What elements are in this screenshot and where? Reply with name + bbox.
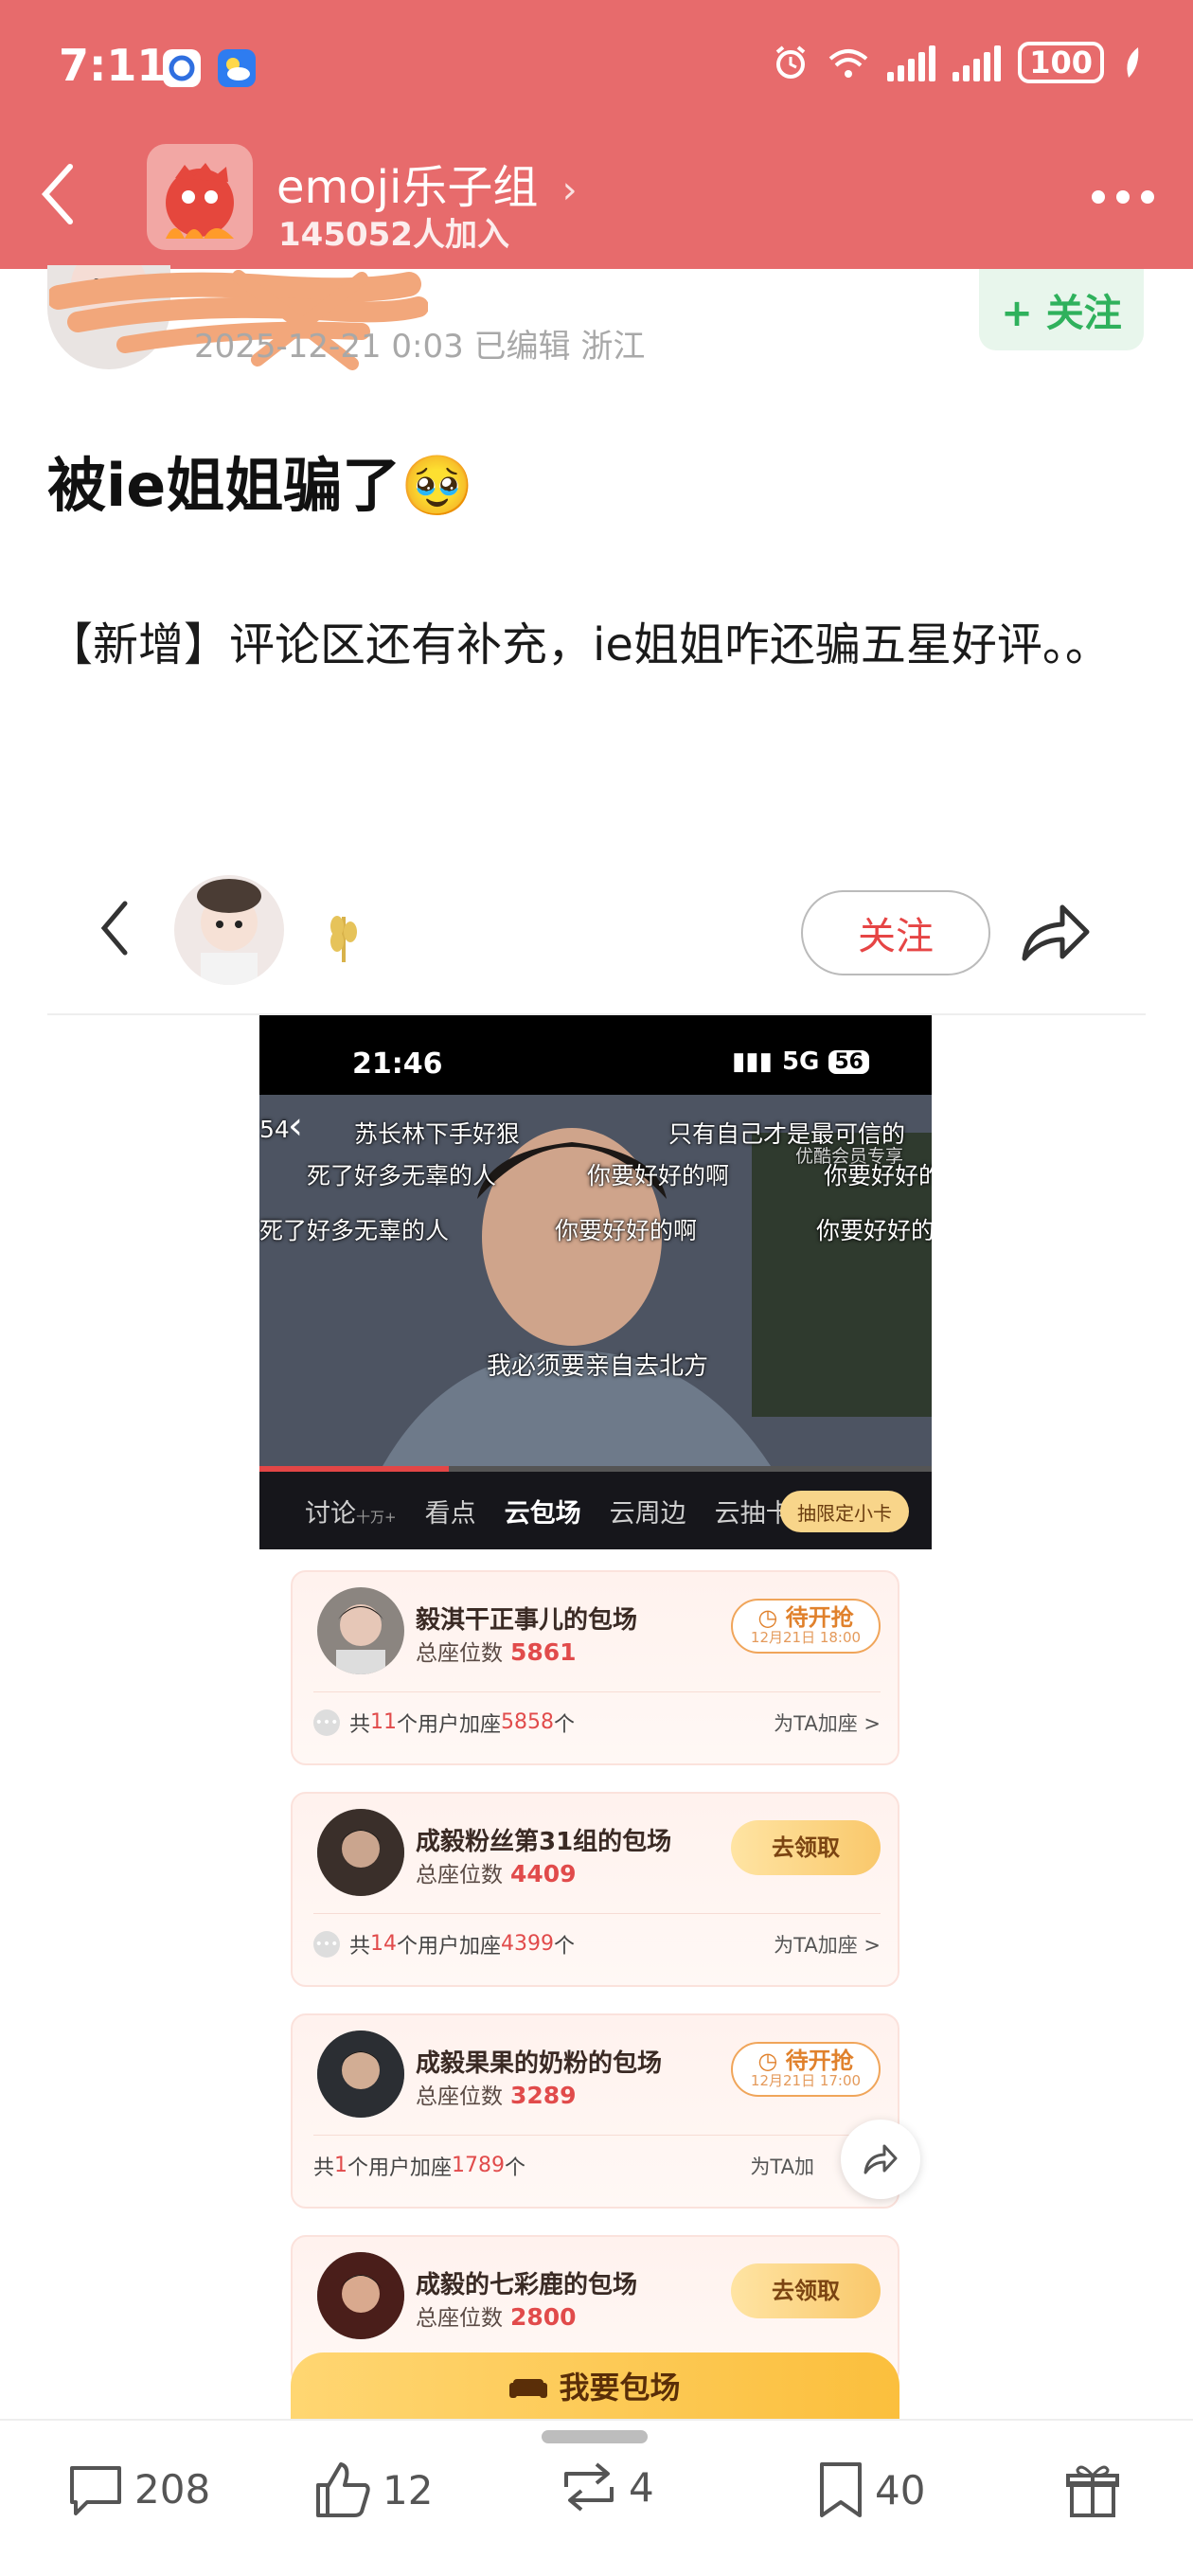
video-frame: ‹ 54 苏长林下手好狠 只有自己才是最可信的 优酷会员专享 死了好多无辜的人 …: [259, 1095, 932, 1466]
dots-icon: •••: [313, 1708, 340, 1736]
card-seats: 总座位数 3289: [416, 2082, 577, 2109]
card-seats: 总座位数 4409: [416, 1860, 577, 1887]
signal-icon: [887, 44, 936, 81]
repost-icon: [564, 2462, 614, 2512]
card-footer: ••• 共 11 个用户加座 5858 个为TA加座 >: [313, 1691, 881, 1752]
subtitle: 我必须要亲自去北方: [487, 1352, 709, 1381]
screenshot-status-bar: 21:46 ▮▮▮ 5G 56: [259, 1015, 932, 1095]
repost-count: 4: [629, 2463, 654, 2511]
tab-discussion: 讨论十万+: [305, 1498, 397, 1529]
comment-count: 208: [134, 2465, 211, 2513]
sofa-icon: [509, 2379, 548, 2398]
more-button[interactable]: [1089, 169, 1157, 206]
screenshot-time: 21:46: [352, 1047, 443, 1081]
card-claim-button: 去领取: [731, 1820, 881, 1875]
more-dots-icon: [1092, 190, 1154, 204]
chevron-left-icon: [100, 901, 128, 956]
bookmark-button[interactable]: 40: [816, 2460, 925, 2519]
card-seats: 总座位数 2800: [416, 2303, 577, 2331]
book-screening-button: 我要包场: [291, 2352, 899, 2419]
group-name[interactable]: emoji乐子组 ›: [276, 150, 578, 216]
member-count: 145052人加入: [278, 216, 509, 254]
like-count: 12: [383, 2466, 434, 2513]
card-name: 毅淇干正事儿的包场: [416, 1606, 638, 1635]
network-type: 5G: [781, 1047, 820, 1076]
embedded-back-button: [95, 898, 133, 974]
card-avatar: [317, 1809, 404, 1896]
card-avatar: [317, 2252, 404, 2339]
group-avatar[interactable]: [147, 144, 253, 250]
drag-handle[interactable]: [542, 2430, 648, 2443]
signal-icon: ▮▮▮: [732, 1047, 773, 1076]
card-name: 成毅粉丝第31组的包场: [416, 1828, 672, 1856]
danmaku: 你要好好的: [816, 1217, 932, 1244]
booking-card: 毅淇干正事儿的包场 总座位数 5861 ◷ 待开抢 12月21日 18:00 •••…: [291, 1570, 899, 1765]
share-icon: [864, 2144, 898, 2174]
card-avatar: [317, 2030, 404, 2118]
danmaku: 死了好多无辜的人: [307, 1162, 497, 1190]
share-icon: [1019, 900, 1091, 970]
like-button[interactable]: 12: [312, 2460, 433, 2519]
booking-card: 成毅粉丝第31组的包场 总座位数 4409 去领取 ••• 共 14 个用户加座 4399…: [291, 1792, 899, 1987]
add-seat-link: 为TA加座 >: [774, 1933, 881, 1957]
weather-icon: [218, 49, 256, 87]
comment-icon: [70, 2466, 121, 2515]
card-name: 成毅的七彩鹿的包场: [416, 2271, 638, 2299]
status-icons: 100: [772, 42, 1142, 83]
leaf-icon: [1127, 47, 1139, 78]
comment-button[interactable]: 208: [66, 2460, 210, 2517]
shared-screenshot[interactable]: 21:46 ▮▮▮ 5G 56 ‹ 54 苏长林下手好狠 只有自己才是最可信的 …: [259, 1015, 932, 1549]
screenshot-network: ▮▮▮ 5G 56: [732, 1047, 869, 1076]
thumbs-up-icon: [316, 2462, 370, 2517]
danmaku: 54: [259, 1116, 290, 1143]
card-name: 成毅果果的奶粉的包场: [416, 2049, 663, 2078]
app-header: 7:11 100 emoji乐子组 › 145052人加入: [0, 0, 1193, 269]
card-wait-button: ◷ 待开抢 12月21日 18:00: [731, 1599, 881, 1654]
danmaku: 死了好多无辜的人: [259, 1217, 450, 1244]
screenshot-tabs: 讨论十万+ 看点 云包场 云周边 云抽卡 抽限定小卡: [259, 1472, 932, 1549]
post-body: 【新增】评论区还有补充，ie姐姐咋还骗五星好评。。: [47, 618, 1111, 671]
card-footer: ••• 共 14 个用户加座 4399 个为TA加座 >: [313, 1913, 881, 1974]
signal-icon-2: [953, 44, 1002, 81]
card-footer: 共 1 个用户加座 1789 个为TA加: [313, 2135, 881, 2195]
embedded-follow-button: 关注: [801, 890, 990, 975]
gift-button[interactable]: [1064, 2460, 1121, 2519]
limited-card-button: 抽限定小卡: [780, 1491, 909, 1532]
chevron-left-icon: [41, 164, 73, 224]
danmaku: 苏长林下手好狠: [354, 1120, 521, 1148]
add-seat-link: 为TA加: [750, 2155, 814, 2178]
embedded-avatar: [174, 875, 284, 985]
post-meta: 2025-12-21 0:03 已编辑 浙江: [194, 328, 646, 366]
wheat-badge-icon: [320, 907, 367, 975]
danmaku: 你要好好的啊: [555, 1217, 698, 1244]
booking-card: 成毅果果的奶粉的包场 总座位数 3289 ◷ 待开抢 12月21日 17:00 共1…: [291, 2013, 899, 2209]
add-seat-link: 为TA加座 >: [774, 1711, 881, 1735]
floating-share-button[interactable]: [841, 2120, 920, 2199]
post-title: 被ie姐姐骗了🥹: [47, 451, 474, 520]
alarm-icon: [775, 45, 806, 79]
danmaku: 你要好好的: [824, 1162, 932, 1190]
tab-cloud-booking: 云包场: [504, 1498, 581, 1529]
follow-button[interactable]: + 关注: [979, 269, 1144, 350]
card-claim-button: 去领取: [731, 2263, 881, 2318]
video-back-icon: ‹: [288, 1104, 303, 1148]
card-wait-button: ◷ 待开抢 12月21日 17:00: [731, 2042, 881, 2097]
bookmark-count: 40: [875, 2466, 926, 2513]
tab-highlights: 看点: [424, 1498, 476, 1529]
gift-icon: [1066, 2465, 1119, 2517]
back-button[interactable]: [38, 161, 76, 237]
wifi-icon: [828, 49, 868, 78]
app-notification-icon: [163, 49, 201, 87]
battery-indicator: 100: [1018, 42, 1104, 83]
repost-button[interactable]: 4: [559, 2460, 654, 2513]
dots-icon: •••: [313, 1930, 340, 1958]
card-avatar: [317, 1587, 404, 1674]
bookmark-icon: [820, 2462, 862, 2517]
status-time: 7:11: [59, 40, 168, 91]
chevron-right-icon: ›: [561, 169, 578, 212]
tab-merch: 云周边: [609, 1498, 686, 1529]
danmaku: 你要好好的啊: [587, 1162, 730, 1190]
card-seats: 总座位数 5861: [416, 1638, 577, 1666]
screenshot-battery: 56: [828, 1049, 869, 1074]
